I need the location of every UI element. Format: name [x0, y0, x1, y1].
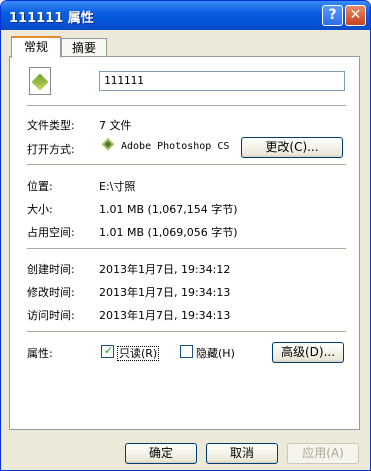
location-label: 位置: — [27, 180, 53, 193]
modified-value: 2013年1月7日, 19:34:13 — [99, 286, 231, 299]
attributes-label: 属性: — [27, 347, 53, 360]
general-panel — [9, 56, 360, 430]
close-button[interactable]: ✕ — [345, 5, 366, 26]
properties-dialog: 111111 属性 ? ✕ 常规 摘要 111111 文件类型: 7 文件 打开… — [0, 0, 371, 471]
hidden-checkbox[interactable] — [180, 345, 193, 358]
ok-button[interactable]: 确定 — [125, 443, 197, 464]
accessed-label: 访问时间: — [27, 309, 75, 322]
separator — [27, 248, 346, 250]
title-bar[interactable]: 111111 属性 ? ✕ — [1, 1, 370, 30]
tab-summary[interactable]: 摘要 — [61, 38, 107, 57]
file-name-input[interactable]: 111111 — [99, 71, 345, 91]
tab-general[interactable]: 常规 — [11, 36, 61, 58]
change-button[interactable]: 更改(C)... — [241, 137, 343, 158]
created-label: 创建时间: — [27, 263, 75, 276]
separator — [27, 105, 346, 107]
disk-size-label: 占用空间: — [27, 226, 75, 239]
created-value: 2013年1月7日, 19:34:12 — [99, 263, 231, 276]
size-value: 1.01 MB (1,067,154 字节) — [99, 203, 238, 216]
cancel-button[interactable]: 取消 — [206, 443, 278, 464]
accessed-value: 2013年1月7日, 19:34:13 — [99, 309, 231, 322]
photoshop-file-icon — [29, 67, 51, 95]
separator — [27, 331, 346, 333]
open-with-value: Adobe Photoshop CS — [121, 141, 230, 152]
open-with-label: 打开方式: — [27, 143, 75, 156]
hidden-label[interactable]: 隐藏(H) — [196, 345, 235, 361]
photoshop-app-icon — [101, 138, 115, 151]
readonly-label[interactable]: 只读(R) — [117, 345, 160, 361]
disk-size-value: 1.01 MB (1,069,056 字节) — [99, 226, 238, 239]
window-title: 111111 属性 — [9, 11, 94, 26]
check-icon: ✓ — [104, 344, 114, 357]
file-type-value: 7 文件 — [99, 119, 132, 132]
size-label: 大小: — [27, 203, 53, 216]
separator — [27, 164, 346, 166]
readonly-checkbox[interactable]: ✓ — [101, 344, 114, 358]
file-type-label: 文件类型: — [27, 119, 75, 132]
apply-button[interactable]: 应用(A) — [287, 443, 359, 464]
modified-label: 修改时间: — [27, 286, 75, 299]
help-button[interactable]: ? — [322, 5, 343, 26]
location-value: E:\寸照 — [99, 180, 136, 193]
advanced-button[interactable]: 高级(D)... — [272, 342, 344, 363]
